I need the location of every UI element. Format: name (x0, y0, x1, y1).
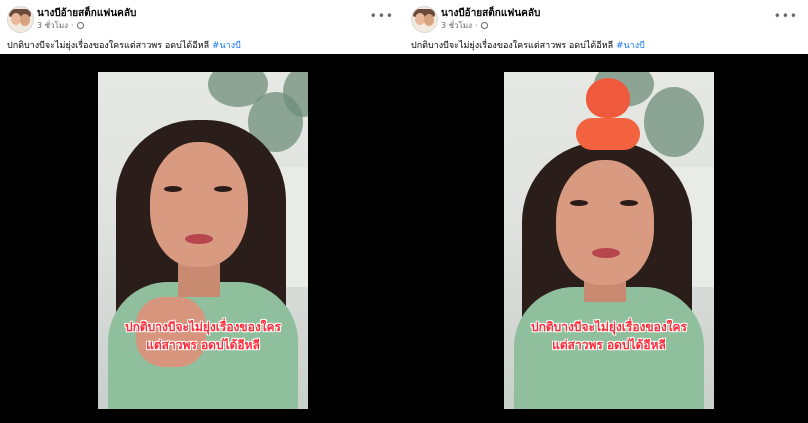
leaf-pattern (644, 87, 704, 157)
heart-sticker (576, 78, 640, 154)
person-face (556, 160, 654, 285)
hashtag-link[interactable]: #นางบี (212, 41, 241, 51)
caption-text: ปกติบางบีจะไม่ยุ่งเรื่องของใครแต่สาวพร อ… (411, 41, 614, 51)
video-player[interactable]: ปกติบางบีจะไม่ยุ่งเรื่องของใคร แต่สาวพร … (0, 54, 404, 423)
avatar-face (424, 14, 434, 26)
video-caption-line1: ปกติบางบีจะไม่ยุ่งเรื่องของใคร (124, 320, 282, 334)
eye (164, 186, 182, 192)
post-time[interactable]: 3 ชั่วโมง (37, 19, 68, 32)
more-options-icon[interactable]: ••• (774, 9, 798, 23)
video-player[interactable]: ปกติบางบีจะไม่ยุ่งเรื่องของใคร แต่สาวพร … (404, 54, 808, 423)
eye (620, 200, 638, 206)
globe-icon (480, 22, 488, 29)
facebook-post-1: นางบีอ้ายสต็กแฟนคลับ 3 ชั่วโมง · ••• ปกต… (0, 0, 404, 423)
post-caption: ปกติบางบีจะไม่ยุ่งเรื่องของใครแต่สาวพร อ… (7, 38, 241, 52)
facebook-post-2: นางบีอ้ายสต็กแฟนคลับ 3 ชั่วโมง · ••• ปกต… (404, 0, 808, 423)
feed-panels: นางบีอ้ายสต็กแฟนคลับ 3 ชั่วโมง · ••• ปกต… (0, 0, 808, 423)
post-meta: 3 ชั่วโมง · (441, 19, 488, 32)
eye (570, 200, 588, 206)
person-face (150, 142, 248, 267)
mouth (592, 248, 620, 258)
post-time[interactable]: 3 ชั่วโมง (441, 19, 472, 32)
more-options-icon[interactable]: ••• (370, 9, 394, 23)
heart-icon (586, 78, 630, 118)
page-avatar[interactable] (411, 6, 438, 33)
avatar-face (20, 14, 30, 26)
post-meta: 3 ชั่วโมง · (37, 19, 84, 32)
globe-icon (76, 22, 84, 29)
caption-text: ปกติบางบีจะไม่ยุ่งเรื่องของใครแต่สาวพร อ… (7, 41, 210, 51)
video-frame[interactable]: ปกติบางบีจะไม่ยุ่งเรื่องของใคร แต่สาวพร … (504, 72, 714, 409)
post-header: นางบีอ้ายสต็กแฟนคลับ 3 ชั่วโมง · ••• ปกต… (404, 0, 808, 56)
sticker-cloud (576, 118, 640, 150)
video-frame[interactable]: ปกติบางบีจะไม่ยุ่งเรื่องของใคร แต่สาวพร … (98, 72, 308, 409)
post-caption: ปกติบางบีจะไม่ยุ่งเรื่องของใครแต่สาวพร อ… (411, 38, 645, 52)
video-caption-line1: ปกติบางบีจะไม่ยุ่งเรื่องของใคร (530, 320, 688, 334)
eye (214, 186, 232, 192)
video-caption-line2: แต่สาวพร อดบ่ได้อีหลี (146, 338, 260, 352)
page-avatar[interactable] (7, 6, 34, 33)
mouth (185, 234, 213, 244)
post-header: นางบีอ้ายสต็กแฟนคลับ 3 ชั่วโมง · ••• ปกต… (0, 0, 404, 56)
hashtag-link[interactable]: #นางบี (616, 41, 645, 51)
video-caption-line2: แต่สาวพร อดบ่ได้อีหลี (552, 338, 666, 352)
